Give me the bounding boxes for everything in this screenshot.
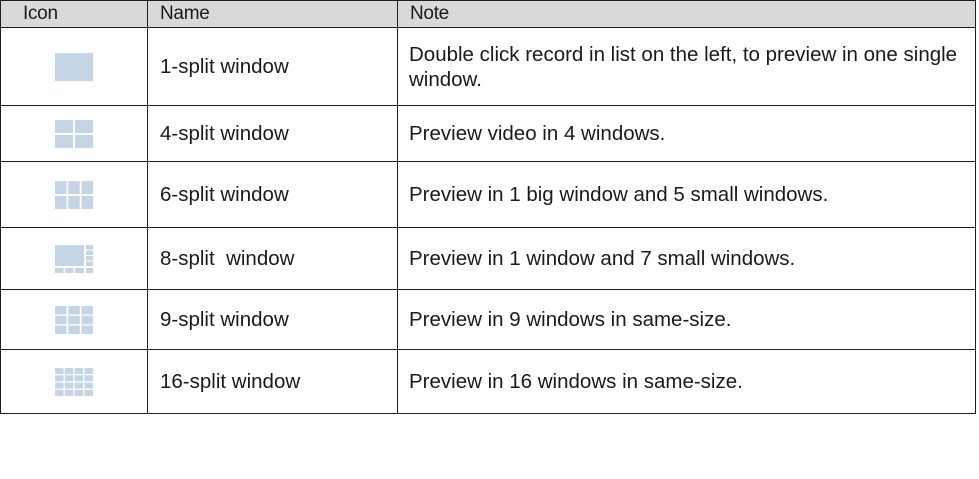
- note-cell: Preview in 1 big window and 5 small wind…: [397, 161, 976, 228]
- icon-cell: [0, 227, 148, 290]
- note-cell: Preview in 9 windows in same-size.: [397, 289, 976, 350]
- note-cell: Preview in 1 window and 7 small windows.: [397, 227, 976, 290]
- header-name: Name: [147, 0, 398, 28]
- note-cell: Preview video in 4 windows.: [397, 105, 976, 162]
- name-cell: 8-split window: [147, 227, 398, 290]
- table-row: 16-split window Preview in 16 windows in…: [0, 349, 976, 414]
- table-row: 4-split window Preview video in 4 window…: [0, 105, 976, 162]
- name-cell: 1-split window: [147, 27, 398, 106]
- note-cell: Preview in 16 windows in same-size.: [397, 349, 976, 414]
- name-cell: 4-split window: [147, 105, 398, 162]
- 8-split-layout-icon: [55, 244, 93, 273]
- header-row: Icon Name Note: [0, 0, 976, 28]
- note-cell: Double click record in list on the left,…: [397, 27, 976, 106]
- 1-split-layout-icon: [55, 52, 93, 81]
- 9-split-layout-icon: [55, 305, 93, 334]
- split-window-table: Icon Name Note 1-split window Double cli…: [0, 0, 976, 414]
- 16-split-layout-icon: [55, 367, 93, 396]
- icon-cell: [0, 105, 148, 162]
- icon-cell: [0, 27, 148, 106]
- header-note: Note: [397, 0, 976, 28]
- 4-split-layout-icon: [55, 119, 93, 148]
- icon-cell: [0, 349, 148, 414]
- icon-cell: [0, 161, 148, 228]
- name-cell: 16-split window: [147, 349, 398, 414]
- table-row: 6-split window Preview in 1 big window a…: [0, 161, 976, 228]
- table-row: 9-split window Preview in 9 windows in s…: [0, 289, 976, 350]
- name-cell: 9-split window: [147, 289, 398, 350]
- 6-split-layout-icon: [55, 180, 93, 209]
- table-row: 8-split window Preview in 1 window and 7…: [0, 227, 976, 290]
- name-cell: 6-split window: [147, 161, 398, 228]
- header-icon: Icon: [0, 0, 148, 28]
- table-row: 1-split window Double click record in li…: [0, 27, 976, 106]
- icon-cell: [0, 289, 148, 350]
